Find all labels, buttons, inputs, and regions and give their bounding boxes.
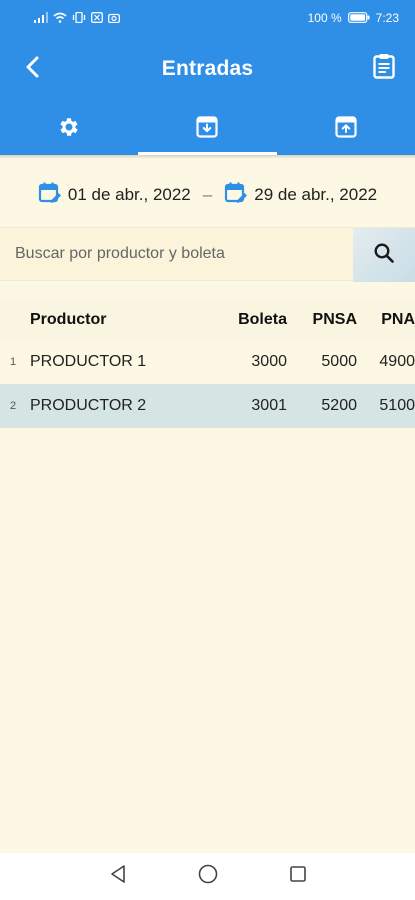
column-header-boleta[interactable]: Boleta: [190, 311, 287, 329]
archive-out-icon: [335, 115, 357, 143]
status-bar: 100 % 7:23: [0, 0, 415, 35]
square-recents-icon: [289, 865, 307, 888]
status-icons-right: 100 % 7:23: [308, 11, 399, 25]
nav-home-button[interactable]: [195, 864, 221, 890]
back-icon: [24, 55, 42, 84]
column-header-pna[interactable]: PNA: [357, 311, 415, 329]
date-separator: –: [202, 185, 213, 204]
search-input[interactable]: [0, 228, 353, 280]
app-bar: Entradas: [0, 35, 415, 103]
row-index: 2: [10, 400, 17, 412]
tab-settings[interactable]: [0, 103, 138, 155]
archive-in-icon: [196, 115, 219, 143]
cell-boleta: 3000: [251, 353, 287, 370]
page-title: Entradas: [161, 57, 254, 80]
cell-pna: 5100: [379, 397, 415, 414]
cell-pna: 4900: [379, 353, 415, 370]
notification-icon: [108, 12, 120, 23]
table-header: Productor Boleta PNSA PNA: [0, 300, 415, 340]
row-index: 1: [10, 356, 17, 368]
entries-table: Productor Boleta PNSA PNA 1 PRODUCTOR 1 …: [0, 300, 415, 428]
gear-icon: [57, 115, 81, 144]
tab-salidas[interactable]: [277, 103, 415, 155]
vibrate-icon: [72, 12, 86, 23]
nav-back-button[interactable]: [105, 864, 131, 890]
date-range: 01 de abr., 2022 – 29 de abr., 2022: [0, 176, 415, 214]
end-date-button[interactable]: 29 de abr., 2022: [224, 181, 377, 210]
search-button[interactable]: [353, 228, 415, 282]
battery-percent: 100 %: [307, 10, 342, 25]
calendar-edit-icon: [224, 181, 248, 210]
status-time: 7:23: [375, 10, 399, 25]
wifi-icon: [53, 12, 67, 23]
cell-pnsa: 5000: [321, 353, 357, 370]
calendar-edit-icon: [38, 181, 62, 210]
nav-recents-button[interactable]: [285, 864, 311, 890]
triangle-back-icon: [109, 864, 127, 889]
end-date: 29 de abr., 2022: [254, 185, 378, 204]
circle-home-icon: [198, 864, 218, 889]
column-header-productor[interactable]: Productor: [30, 311, 190, 329]
tab-entradas[interactable]: [138, 103, 277, 155]
start-date: 01 de abr., 2022: [67, 185, 191, 204]
cell-pnsa: 5200: [321, 397, 357, 414]
status-icons-left: [34, 12, 120, 23]
column-header-pnsa[interactable]: PNSA: [287, 311, 357, 329]
clipboard-button[interactable]: [369, 53, 399, 83]
search-bar: [0, 227, 415, 282]
back-button[interactable]: [18, 54, 48, 84]
clipboard-icon: [373, 53, 395, 84]
battery-icon: [347, 12, 370, 23]
tab-bar: [0, 103, 415, 155]
search-icon: [373, 242, 395, 269]
nfc-icon: [91, 12, 103, 23]
system-nav-bar: [0, 853, 415, 900]
cell-productor: PRODUCTOR 2: [30, 397, 147, 414]
table-row[interactable]: 2 PRODUCTOR 2 3001 5200 5100: [0, 384, 415, 428]
signal-icon: [34, 12, 48, 23]
tab-bar-shadow: [0, 155, 415, 159]
cell-productor: PRODUCTOR 1: [30, 353, 147, 370]
cell-boleta: 3001: [251, 397, 287, 414]
table-row[interactable]: 1 PRODUCTOR 1 3000 5000 4900: [0, 340, 415, 384]
start-date-button[interactable]: 01 de abr., 2022: [38, 181, 191, 210]
